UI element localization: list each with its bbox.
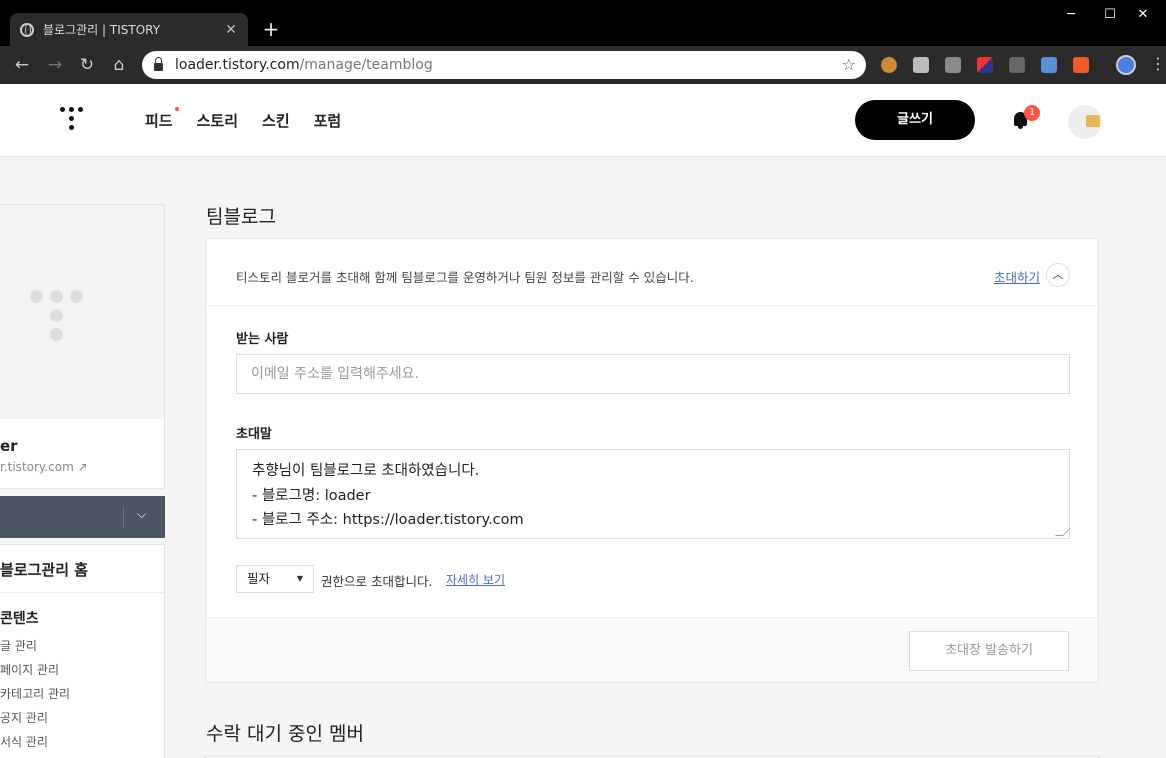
close-window-button[interactable]: ✕ <box>1120 4 1166 26</box>
url-host: loader.tistory.com <box>175 57 300 73</box>
browser-toolbar: ← → ↻ ⌂ loader.tistory.com/manage/teambl… <box>0 46 1166 84</box>
send-invite-button[interactable]: 초대장 발송하기 <box>909 631 1069 671</box>
home-icon[interactable]: ⌂ <box>107 54 131 76</box>
print-extension-icon[interactable] <box>913 57 929 73</box>
cookie-extension-icon[interactable] <box>881 57 897 73</box>
nav-skin[interactable]: 스킨 <box>262 110 290 131</box>
blog-url-link[interactable]: r.tistory.com ↗ <box>0 460 88 474</box>
invite-toggle-link[interactable]: 초대하기 <box>994 267 1040 286</box>
globe-icon <box>20 22 34 37</box>
external-link-icon: ↗ <box>77 460 88 474</box>
browser-tab-bar: 블로그관리 | TISTORY ✕ + ─ ☐ ✕ <box>0 0 1166 46</box>
message-line: - 블로그명: loader <box>252 487 371 504</box>
details-link[interactable]: 자세히 보기 <box>446 571 505 588</box>
switcher-divider <box>123 506 124 528</box>
role-select[interactable]: 필자 ▼ <box>236 565 314 593</box>
sidebar-item-pages[interactable]: 페이지 관리 <box>0 661 59 678</box>
panel-divider <box>206 305 1098 306</box>
sidebar-section-content: 콘텐츠 <box>0 611 39 627</box>
sidebar-item-templates[interactable]: 서식 관리 <box>0 733 48 750</box>
sidebar-item-home[interactable]: 블로그관리 홈 <box>0 559 88 580</box>
page-title: 팀블로그 <box>206 206 276 228</box>
recipient-label: 받는 사람 <box>236 332 289 347</box>
invite-message-textarea[interactable]: 추향님이 팀블로그로 초대하였습니다. - 블로그명: loader - 블로그… <box>236 449 1071 539</box>
chart-extension-icon[interactable] <box>945 57 961 73</box>
browser-tab[interactable]: 블로그관리 | TISTORY ✕ <box>10 13 248 46</box>
bookmark-star-icon[interactable]: ☆ <box>842 55 856 74</box>
panel-description: 티스토리 블로거를 초대해 함께 팀블로그를 운영하거나 팀원 정보를 관리할 … <box>236 270 694 285</box>
pending-members-title: 수락 대기 중인 멤버 <box>206 723 364 745</box>
blog-name: er <box>0 437 18 455</box>
info-extension-icon[interactable] <box>1009 57 1025 73</box>
chevron-down-icon[interactable]: ⌵ <box>137 507 146 522</box>
url-path: /manage/teamblog <box>299 57 433 73</box>
role-select-value: 필자 <box>247 571 271 586</box>
avatar[interactable] <box>1068 105 1102 139</box>
notification-badge: 1 <box>1024 105 1040 121</box>
invite-panel: 티스토리 블로거를 초대해 함께 팀블로그를 운영하거나 팀원 정보를 관리할 … <box>205 238 1099 683</box>
close-tab-icon[interactable]: ✕ <box>224 22 238 38</box>
nav-story[interactable]: 스토리 <box>197 110 238 131</box>
blog-profile-card: er r.tistory.com ↗ <box>0 204 165 489</box>
reload-icon[interactable]: ↻ <box>75 54 99 76</box>
address-bar[interactable]: loader.tistory.com/manage/teamblog ☆ <box>142 51 866 79</box>
profile-icon[interactable] <box>1116 55 1136 75</box>
more-menu-icon[interactable]: ⋮ <box>1150 54 1166 74</box>
caret-down-icon: ▼ <box>296 574 303 583</box>
chevron-up-icon[interactable]: ︿ <box>1046 263 1070 287</box>
global-nav: 피드 스토리 스킨 포럼 <box>145 107 365 131</box>
sidebar-menu: 블로그관리 홈 콘텐츠 글 관리 페이지 관리 카테고리 관리 공지 관리 서식… <box>0 544 165 758</box>
message-line: - 블로그 주소: https://loader.tistory.com <box>252 512 524 528</box>
lock-icon <box>154 57 163 71</box>
color-extension-icon[interactable] <box>977 57 993 73</box>
new-tab-button[interactable]: + <box>260 17 282 41</box>
role-description: 권한으로 초대합니다. <box>321 574 433 589</box>
nav-feed-label: 피드 <box>145 112 173 130</box>
blog-thumbnail <box>0 205 164 419</box>
write-button[interactable]: 글쓰기 <box>855 100 975 140</box>
nav-forum[interactable]: 포럼 <box>314 110 342 131</box>
message-label: 초대말 <box>236 427 272 442</box>
message-line: 추향님이 팀블로그로 초대하였습니다. <box>252 463 480 479</box>
sidebar-divider <box>0 592 164 593</box>
resize-handle-icon[interactable] <box>1055 528 1071 536</box>
video-extension-icon[interactable] <box>1073 57 1089 73</box>
tistory-logo-icon[interactable] <box>60 107 86 133</box>
panel-footer: 초대장 발송하기 <box>206 617 1098 682</box>
placeholder-logo-icon <box>30 290 43 303</box>
back-icon[interactable]: ← <box>10 54 34 76</box>
sidebar-item-categories[interactable]: 카테고리 관리 <box>0 685 70 702</box>
forward-icon[interactable]: → <box>43 54 67 76</box>
new-dot-icon <box>174 107 179 111</box>
blog-url-text: r.tistory.com <box>0 460 74 474</box>
site-header: 피드 스토리 스킨 포럼 글쓰기 <box>0 84 1166 157</box>
email-field[interactable] <box>236 354 1070 394</box>
sidebar-item-notices[interactable]: 공지 관리 <box>0 709 48 726</box>
blog-switcher[interactable]: ⌵ <box>0 496 165 538</box>
window-extension-icon[interactable] <box>1041 57 1057 73</box>
nav-feed[interactable]: 피드 <box>145 107 179 131</box>
sidebar-item-posts[interactable]: 글 관리 <box>0 637 37 654</box>
tab-title: 블로그관리 | TISTORY <box>43 23 161 37</box>
